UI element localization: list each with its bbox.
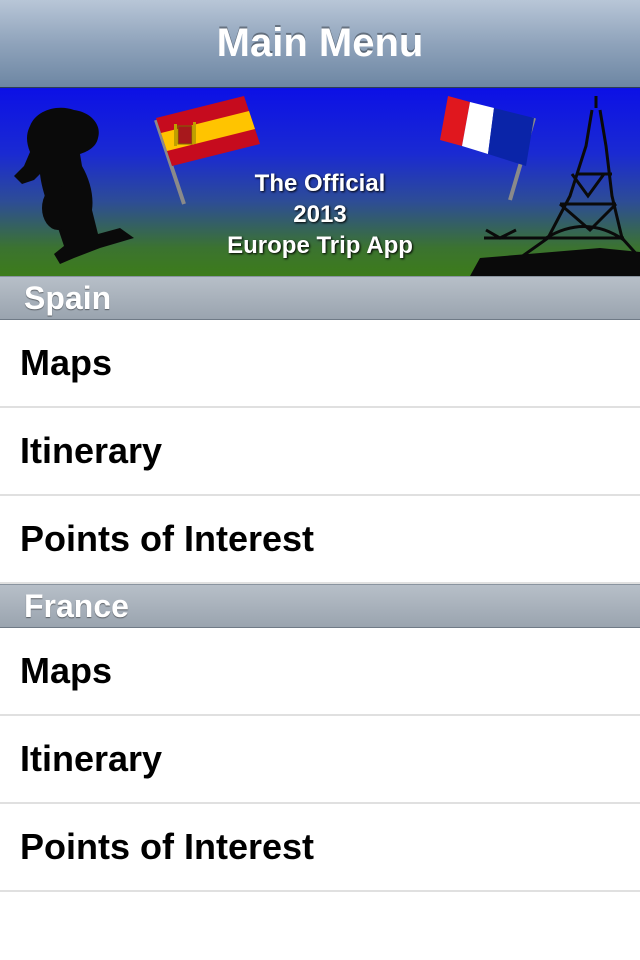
list-item-spain-points-of-interest[interactable]: Points of Interest (0, 496, 640, 584)
section-france: France Maps Itinerary Points of Interest (0, 584, 640, 892)
banner-line-1: The Official (254, 170, 386, 197)
banner-caption: The Official 2013 Europe Trip App (0, 168, 640, 261)
list-item-spain-itinerary[interactable]: Itinerary (0, 408, 640, 496)
section-spain: Spain Maps Itinerary Points of Interest (0, 276, 640, 584)
section-header-france: France (0, 584, 640, 628)
banner: The Official 2013 Europe Trip App (0, 88, 640, 276)
list-item-france-itinerary[interactable]: Itinerary (0, 716, 640, 804)
list-item-france-maps[interactable]: Maps (0, 628, 640, 716)
list-item-spain-maps[interactable]: Maps (0, 320, 640, 408)
navigation-bar: Main Menu (0, 0, 640, 88)
page-title: Main Menu (216, 21, 424, 65)
banner-line-2: 2013 (293, 201, 347, 228)
section-header-spain: Spain (0, 276, 640, 320)
banner-line-3: Europe Trip App (227, 232, 413, 259)
list-item-france-points-of-interest[interactable]: Points of Interest (0, 804, 640, 892)
